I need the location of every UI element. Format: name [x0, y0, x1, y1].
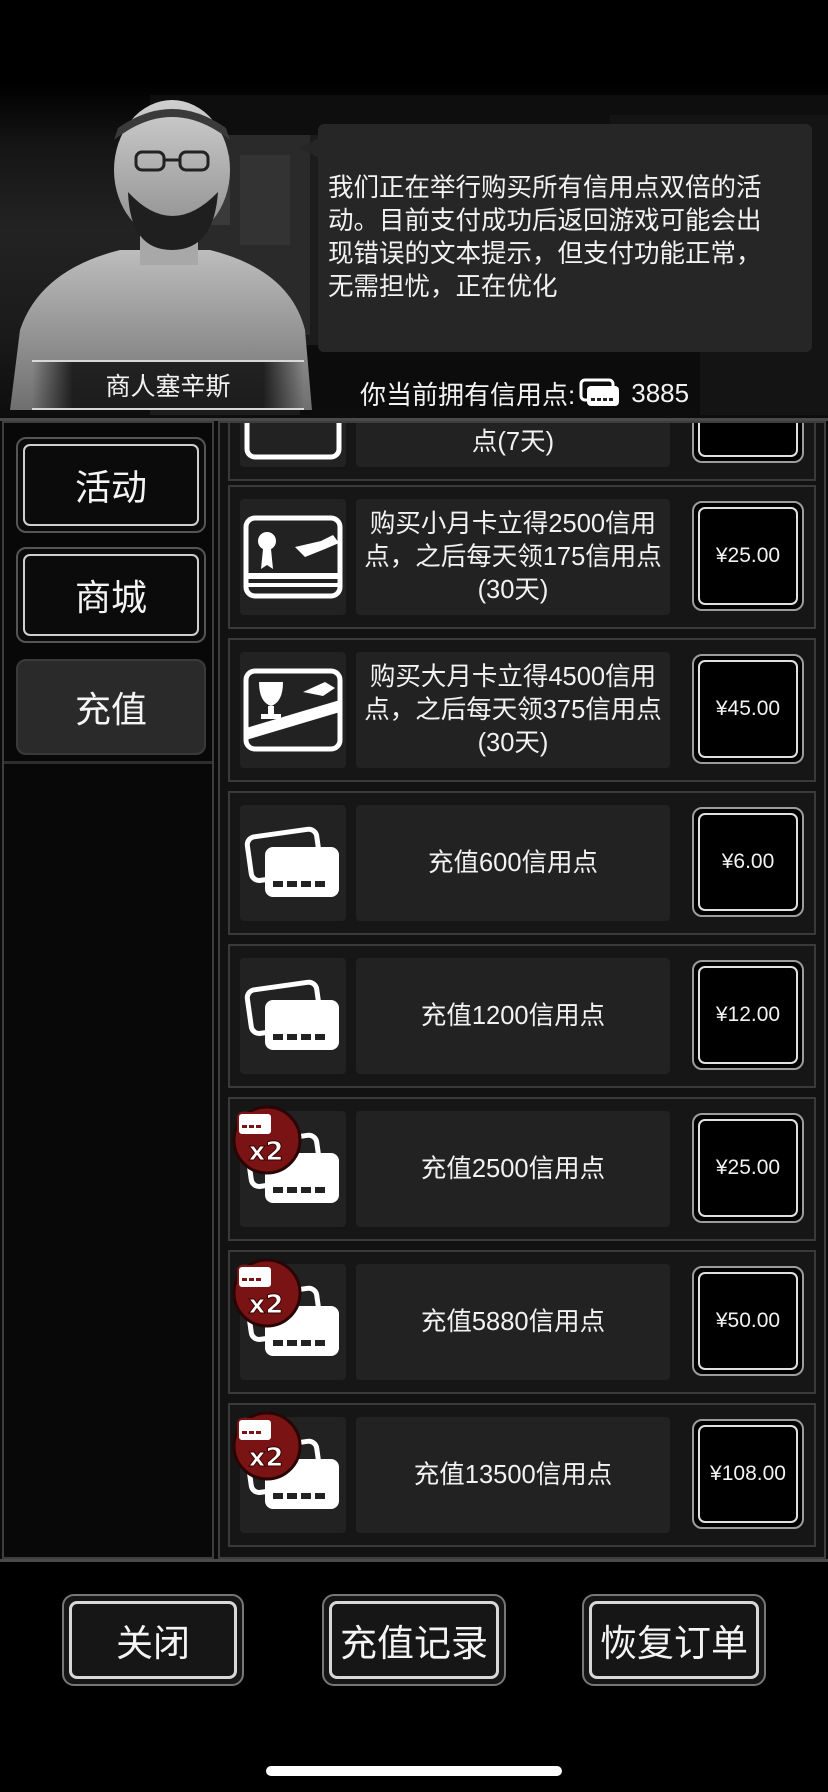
speech-line: 动。目前支付成功后返回游戏可能会出 — [328, 207, 762, 235]
restore-orders-button[interactable]: 恢复订单 — [582, 1594, 766, 1686]
item-price-button[interactable]: ¥50.00 — [692, 1266, 804, 1376]
recharge-history-button[interactable]: 充值记录 — [322, 1594, 506, 1686]
item-price-button[interactable]: ¥108.00 — [692, 1419, 804, 1529]
tab-label: 活动 — [74, 467, 147, 508]
shop-item-row: 充值1200信用点 ¥12.00 — [228, 944, 816, 1088]
credit-card-icon — [579, 378, 620, 406]
double-credits-badge-icon: x2 — [232, 1105, 302, 1175]
item-icon-box — [240, 499, 346, 615]
speech-line: 现错误的文本提示，但支付功能正常， — [328, 240, 762, 268]
credit-cards-icon — [244, 826, 339, 897]
svg-text:x2: x2 — [249, 1137, 284, 1167]
item-icon-box — [240, 805, 346, 921]
merchant-name: 商人塞辛斯 — [32, 360, 304, 410]
credit-cards-icon — [244, 979, 339, 1050]
svg-text:x2: x2 — [249, 1290, 284, 1320]
credits-value: 3885 — [631, 377, 690, 408]
shop-panel: 活动 商城 充值 点(7天) 购买小月卡立得2500信用点，之后每天领175信用… — [0, 418, 828, 1562]
tab-activity[interactable]: 活动 — [16, 437, 206, 533]
item-price-button[interactable]: ¥25.00 — [692, 501, 804, 611]
close-button[interactable]: 关闭 — [62, 1594, 244, 1686]
item-price: ¥12.00 — [715, 1003, 781, 1026]
shop-item-row: 充值600信用点 ¥6.00 — [228, 791, 816, 935]
double-credits-badge-icon: x2 — [232, 1411, 302, 1481]
large-monthly-card-icon — [243, 668, 343, 752]
ticket-card-icon — [244, 423, 342, 460]
item-description: 充值13500信用点 — [356, 1417, 670, 1533]
shop-item-row: 购买大月卡立得4500信用点，之后每天领375信用点(30天) ¥45.00 — [228, 638, 816, 782]
merchant-speech-bubble: 我们正在举行购买所有信用点双倍的活 动。目前支付成功后返回游戏可能会出 现错误的… — [318, 124, 812, 352]
item-description: 点(7天) — [356, 423, 670, 467]
svg-text:x2: x2 — [249, 1443, 284, 1473]
item-icon-box — [240, 958, 346, 1074]
shop-item-row: x2 充值5880信用点 ¥50.00 — [228, 1250, 816, 1394]
restore-orders-label: 恢复订单 — [600, 1623, 748, 1664]
recharge-item-list[interactable]: 点(7天) 购买小月卡立得2500信用点，之后每天领175信用点(30天) ¥2… — [218, 421, 826, 1559]
shop-item-row: x2 充值13500信用点 ¥108.00 — [228, 1403, 816, 1547]
item-icon-box: x2 — [232, 1258, 346, 1380]
shop-item-row: 购买小月卡立得2500信用点，之后每天领175信用点(30天) ¥25.00 — [228, 485, 816, 629]
speech-bubble-tail — [298, 138, 320, 158]
item-description: 购买大月卡立得4500信用点，之后每天领375信用点(30天) — [356, 652, 670, 768]
shop-item-row: 点(7天) — [228, 423, 816, 481]
item-price: ¥45.00 — [715, 697, 781, 720]
item-description: 充值5880信用点 — [356, 1264, 670, 1380]
sidebar-divider — [4, 761, 212, 764]
shop-item-row: x2 充值2500信用点 ¥25.00 — [228, 1097, 816, 1241]
item-description: 充值1200信用点 — [356, 958, 670, 1074]
speech-line: 无需担忧，正在优化 — [328, 273, 558, 301]
item-description: 购买小月卡立得2500信用点，之后每天领175信用点(30天) — [356, 499, 670, 615]
credits-label: 你当前拥有信用点: — [360, 379, 576, 410]
item-icon-box: x2 — [232, 1411, 346, 1533]
item-price: ¥108.00 — [710, 1462, 786, 1485]
tab-label: 商城 — [74, 577, 147, 618]
item-price-button[interactable]: ¥45.00 — [692, 654, 804, 764]
item-icon-box: x2 — [232, 1105, 346, 1227]
item-price: ¥6.00 — [721, 850, 775, 873]
item-description: 充值600信用点 — [356, 805, 670, 921]
item-icon-box — [240, 423, 346, 467]
category-sidebar: 活动 商城 充值 — [2, 421, 214, 1559]
item-icon-box — [240, 652, 346, 768]
item-price: ¥25.00 — [715, 544, 781, 567]
item-description: 充值2500信用点 — [356, 1111, 670, 1227]
double-credits-badge-icon: x2 — [232, 1258, 302, 1328]
tab-store[interactable]: 商城 — [16, 547, 206, 643]
item-price-button[interactable] — [692, 423, 804, 463]
close-button-label: 关闭 — [116, 1623, 190, 1664]
item-price: ¥25.00 — [715, 1156, 781, 1179]
tab-label: 充值 — [74, 689, 147, 730]
small-monthly-card-icon — [243, 515, 343, 599]
speech-line: 我们正在举行购买所有信用点双倍的活 — [328, 174, 762, 202]
tab-recharge[interactable]: 充值 — [16, 659, 206, 755]
merchant-header: 商人塞辛斯 我们正在举行购买所有信用点双倍的活 动。目前支付成功后返回游戏可能会… — [0, 0, 828, 418]
recharge-history-label: 充值记录 — [340, 1623, 488, 1664]
item-price-button[interactable]: ¥12.00 — [692, 960, 804, 1070]
credits-display: 你当前拥有信用点: 3885 — [360, 373, 689, 413]
item-price-button[interactable]: ¥25.00 — [692, 1113, 804, 1223]
home-indicator[interactable] — [266, 1766, 562, 1776]
item-price: ¥50.00 — [715, 1309, 781, 1332]
item-price-button[interactable]: ¥6.00 — [692, 807, 804, 917]
